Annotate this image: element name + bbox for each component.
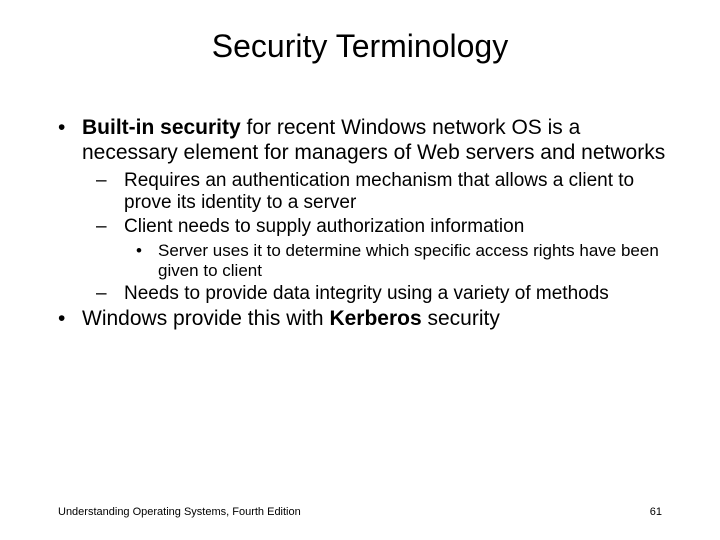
bullet-text: Requires an authentication mechanism tha… bbox=[124, 170, 634, 213]
bullet-text: Client needs to supply authorization inf… bbox=[124, 216, 524, 237]
page-number: 61 bbox=[650, 506, 662, 518]
bullet-level1: Built-in security for recent Windows net… bbox=[58, 116, 670, 166]
slide: Security Terminology Built-in security f… bbox=[0, 0, 720, 540]
bullet-level2: Requires an authentication mechanism tha… bbox=[96, 170, 670, 215]
bullet-text: Needs to provide data integrity using a … bbox=[124, 283, 609, 304]
bullet-level2: Client needs to supply authorization inf… bbox=[96, 216, 670, 238]
bullet-text: Windows provide this with bbox=[82, 307, 329, 330]
footer-source: Understanding Operating Systems, Fourth … bbox=[58, 506, 301, 518]
bullet-level1: Windows provide this with Kerberos secur… bbox=[58, 307, 670, 332]
bullet-text: security bbox=[422, 307, 500, 330]
bullet-level2: Needs to provide data integrity using a … bbox=[96, 283, 670, 305]
slide-body: Built-in security for recent Windows net… bbox=[58, 116, 670, 336]
slide-title: Security Terminology bbox=[0, 28, 720, 65]
bullet-level3: Server uses it to determine which specif… bbox=[136, 241, 670, 281]
bullet-text: Server uses it to determine which specif… bbox=[158, 241, 659, 280]
bold-term: Built-in security bbox=[82, 116, 241, 139]
bold-term: Kerberos bbox=[329, 307, 421, 330]
